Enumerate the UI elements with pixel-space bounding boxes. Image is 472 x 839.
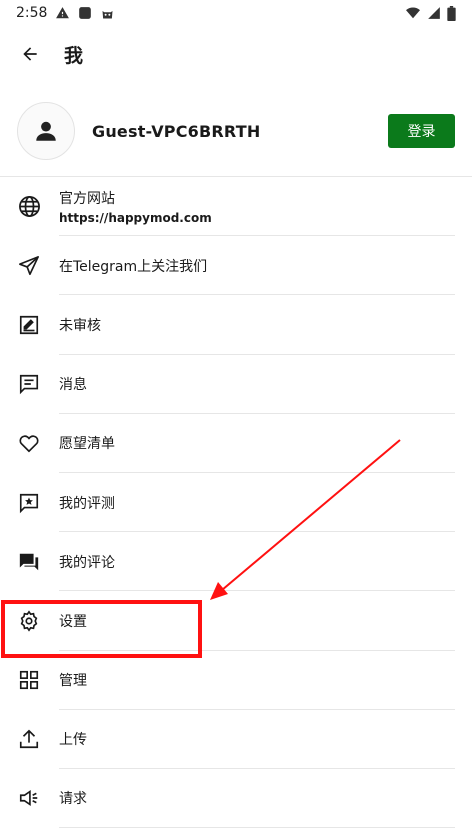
menu-item-manage[interactable]: 管理 — [0, 651, 472, 710]
menu-label: 管理 — [59, 673, 87, 690]
profile-section: Guest-VPC6BRRTH 登录 — [0, 100, 472, 162]
android-icon — [102, 10, 113, 18]
send-icon — [17, 254, 41, 278]
menu-label: 在Telegram上关注我们 — [59, 258, 208, 275]
person-icon — [36, 121, 56, 141]
comments-icon — [17, 550, 41, 574]
menu-item-messages[interactable]: 消息 — [0, 355, 472, 414]
avatar[interactable] — [17, 102, 75, 160]
globe-icon — [17, 195, 41, 219]
menu-item-website[interactable]: 官方网站 https://happymod.com — [0, 177, 472, 237]
menu-label: 未审核 — [59, 317, 101, 334]
upload-icon — [17, 727, 41, 751]
warning-icon — [56, 7, 70, 19]
app-notification-icon — [79, 7, 92, 19]
menu-label: 请求 — [59, 791, 87, 808]
page-title: 我 — [64, 44, 84, 67]
battery-icon — [447, 5, 456, 21]
arrow-left-icon — [23, 47, 37, 61]
megaphone-icon — [17, 786, 41, 810]
heart-icon — [17, 431, 41, 455]
signal-icon — [428, 7, 440, 19]
menu-list: 官方网站 https://happymod.com 在Telegram上关注我们… — [0, 177, 472, 829]
menu-label: 设置 — [59, 613, 87, 630]
status-time: 2:58 — [16, 5, 48, 21]
grid-icon — [17, 668, 41, 692]
menu-item-my-reviews[interactable]: 我的评测 — [0, 473, 472, 533]
menu-label: 官方网站 — [59, 191, 115, 208]
star-comment-icon — [17, 491, 41, 515]
menu-item-settings[interactable]: 设置 — [0, 591, 472, 651]
menu-item-wishlist[interactable]: 愿望清单 — [0, 414, 472, 474]
menu-item-unreviewed[interactable]: 未审核 — [0, 295, 472, 355]
status-bar: 2:58 — [0, 0, 472, 26]
gear-icon — [17, 609, 41, 633]
website-url[interactable]: https://happymod.com — [59, 211, 212, 225]
app-bar: 我 — [0, 26, 472, 82]
menu-label: 愿望清单 — [59, 436, 115, 453]
wifi-icon — [406, 7, 420, 19]
menu-label: 我的评论 — [59, 554, 115, 571]
back-button[interactable] — [18, 42, 42, 66]
menu-label: 我的评测 — [59, 495, 115, 512]
menu-item-request[interactable]: 请求 — [0, 769, 472, 829]
message-icon — [17, 372, 41, 396]
login-button[interactable]: 登录 — [388, 114, 455, 148]
menu-item-telegram[interactable]: 在Telegram上关注我们 — [0, 236, 472, 296]
review-pen-icon — [17, 313, 41, 337]
menu-label: 消息 — [59, 377, 87, 394]
username: Guest-VPC6BRRTH — [92, 121, 261, 141]
menu-label: 上传 — [59, 732, 87, 749]
menu-item-my-comments[interactable]: 我的评论 — [0, 532, 472, 592]
menu-item-upload[interactable]: 上传 — [0, 710, 472, 770]
